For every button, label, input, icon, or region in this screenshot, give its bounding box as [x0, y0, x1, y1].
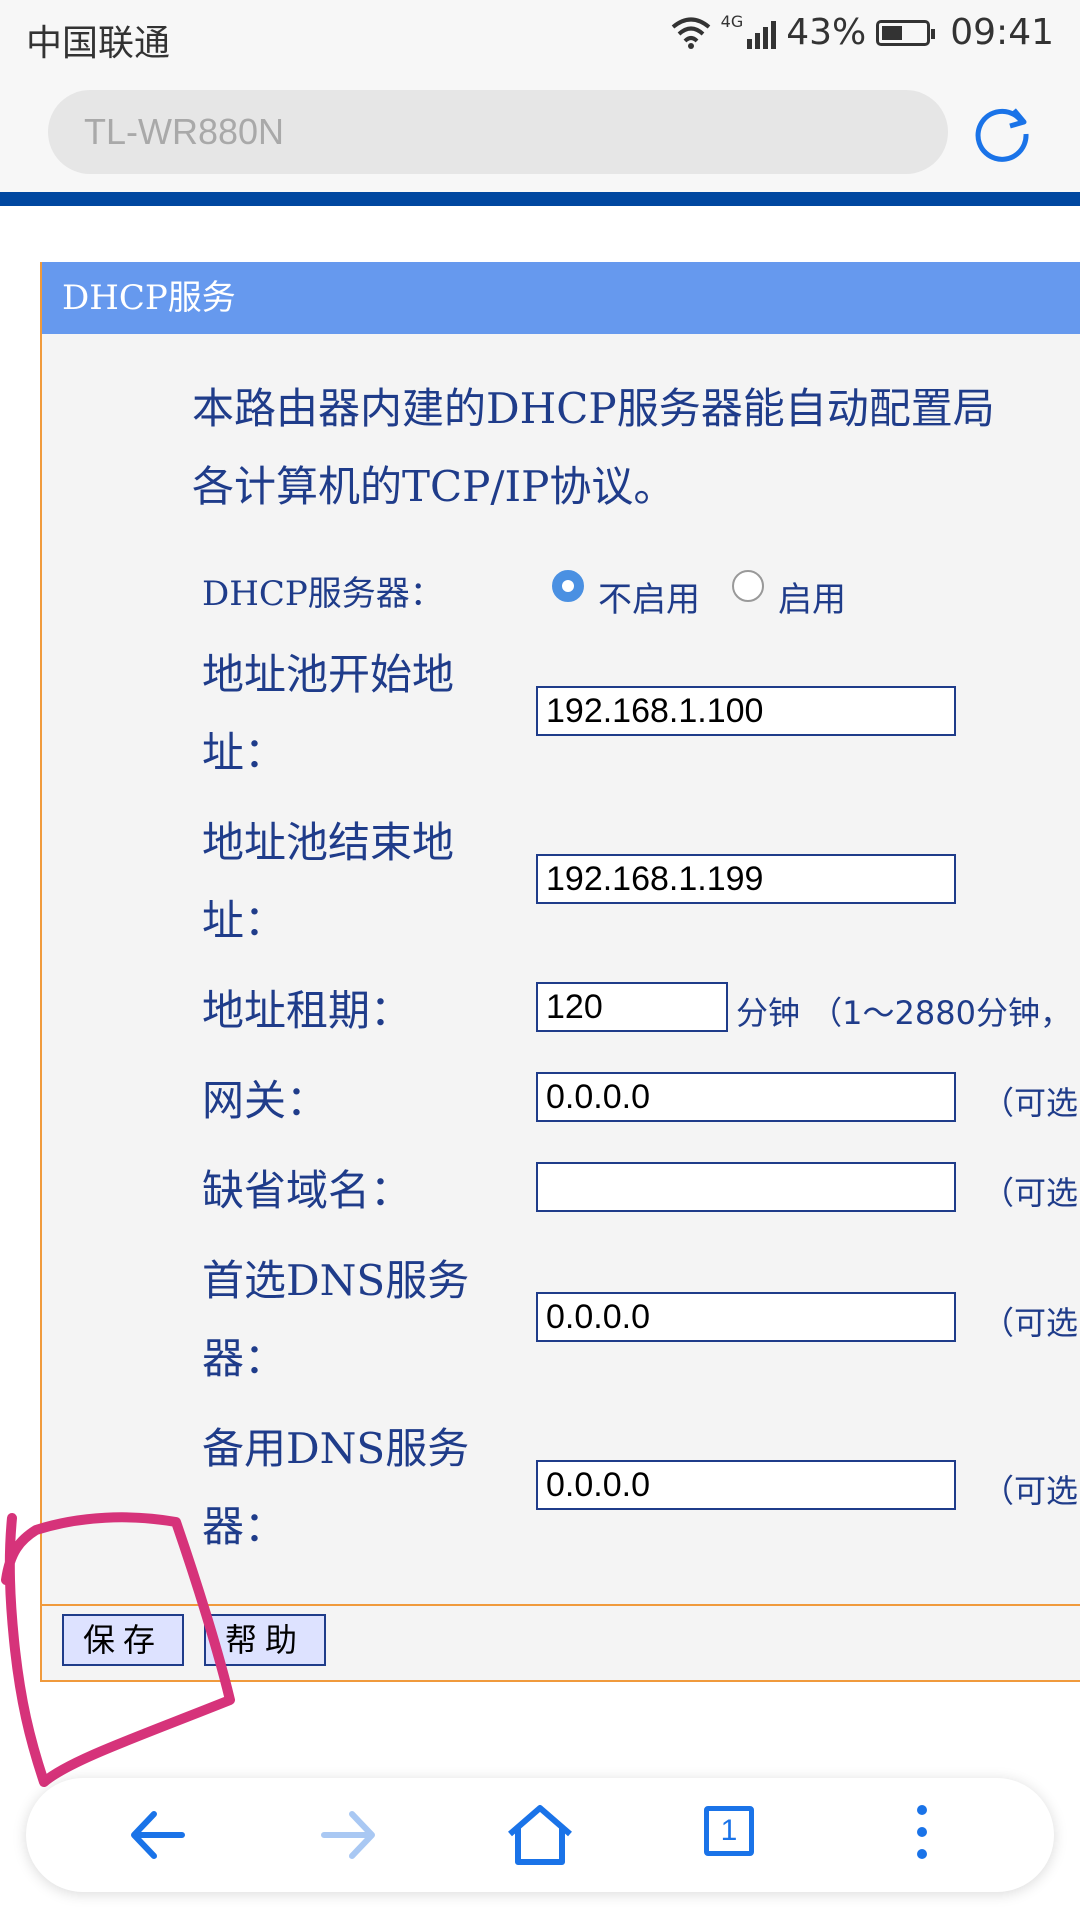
domain-input[interactable] — [536, 1162, 956, 1212]
more-menu-icon[interactable] — [882, 1800, 962, 1870]
dns1-label-line2: 器： — [202, 1334, 287, 1383]
dhcp-server-label: DHCP服务器： — [202, 574, 444, 614]
battery-icon — [876, 19, 936, 46]
tab-count: 1 — [704, 1806, 754, 1856]
dns1-optional-hint: （可选 — [982, 1304, 1079, 1342]
home-icon[interactable] — [500, 1800, 580, 1870]
intro-text: 本路由器内建的DHCP服务器能自动配置局 各计算机的TCP/IP协议。 — [192, 370, 1080, 526]
back-arrow-icon[interactable] — [118, 1800, 198, 1870]
signal-icon — [747, 17, 777, 49]
forward-arrow-icon[interactable] — [308, 1800, 388, 1870]
panel-title: DHCP服务 — [42, 262, 1080, 334]
clock: 09:41 — [950, 12, 1054, 53]
dns1-label-line1: 首选DNS服务 — [202, 1256, 470, 1305]
radio-disable-label: 不启用 — [598, 580, 700, 620]
dns1-label: 首选DNS服务 器： — [202, 1242, 469, 1398]
domain-label: 缺省域名： — [202, 1166, 413, 1215]
pool-end-label-line2: 址： — [202, 896, 287, 945]
dns1-input[interactable]: 0.0.0.0 — [536, 1292, 956, 1342]
pool-end-input[interactable]: 192.168.1.199 — [536, 854, 956, 904]
pool-start-input[interactable]: 192.168.1.100 — [536, 686, 956, 736]
status-indicators: 4G 43% 09:41 — [671, 12, 1054, 53]
gateway-label: 网关： — [202, 1076, 329, 1125]
lease-label: 地址租期： — [202, 986, 413, 1035]
domain-optional-hint: （可选 — [982, 1174, 1079, 1212]
battery-percent: 43% — [786, 12, 867, 53]
tabs-icon[interactable]: 1 — [690, 1800, 770, 1870]
status-bar: 中国联通 4G 43% 09:41 — [0, 0, 1080, 76]
lease-input[interactable]: 120 — [536, 982, 728, 1032]
dns2-label-line1: 备用DNS服务 — [202, 1424, 470, 1473]
radio-enable[interactable] — [732, 570, 764, 602]
page-top-bar — [0, 192, 1080, 206]
gateway-input[interactable]: 0.0.0.0 — [536, 1072, 956, 1122]
intro-line-2: 各计算机的TCP/IP协议。 — [192, 462, 676, 511]
annotation-stroke — [1, 1512, 235, 1787]
address-bar[interactable]: TL-WR880N — [48, 90, 948, 174]
radio-enable-label: 启用 — [778, 580, 846, 620]
intro-line-1: 本路由器内建的DHCP服务器能自动配置局 — [192, 384, 995, 433]
pool-start-label: 地址池开始地 址： — [202, 636, 454, 792]
wifi-icon — [671, 17, 710, 49]
gateway-optional-hint: （可选 — [982, 1084, 1079, 1122]
carrier-name: 中国联通 — [26, 23, 171, 64]
pool-start-label-line2: 址： — [202, 728, 287, 777]
browser-toolbar: TL-WR880N — [0, 76, 1080, 194]
reload-icon[interactable] — [970, 100, 1034, 164]
pool-end-label: 地址池结束地 址： — [202, 804, 454, 960]
dns2-optional-hint: （可选 — [982, 1472, 1079, 1510]
radio-disable[interactable] — [552, 570, 584, 602]
lease-hint: 分钟 （1～2880分钟， — [736, 994, 1072, 1032]
dns2-input[interactable]: 0.0.0.0 — [536, 1460, 956, 1510]
network-type: 4G — [720, 12, 744, 31]
pool-end-label-line1: 地址池结束地 — [202, 818, 455, 867]
pool-start-label-line1: 地址池开始地 — [202, 650, 455, 699]
